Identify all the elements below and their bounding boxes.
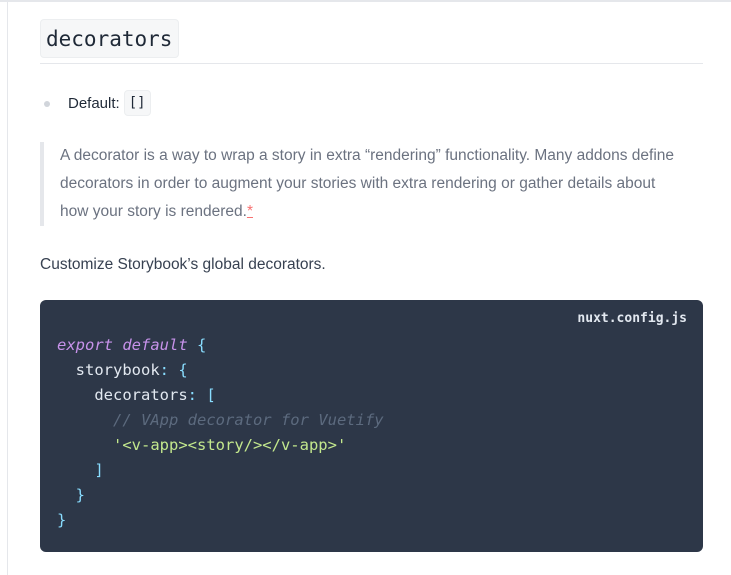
code-line: export default { (57, 333, 686, 358)
section-heading-code: decorators (40, 19, 180, 58)
code-punctuation: : { (159, 361, 188, 379)
code-punctuation: { (187, 336, 207, 354)
code-punctuation: : [ (187, 386, 216, 404)
bullet-dot-icon (44, 101, 50, 107)
default-option-item: Default: [] (40, 89, 703, 117)
code-line: } (57, 508, 686, 533)
sidebar-divider (7, 2, 8, 575)
code-line: ] (57, 458, 686, 483)
description-paragraph: Customize Storybook’s global decorators. (40, 256, 326, 273)
code-string: '<v-app><story/></v-app>' (113, 436, 347, 454)
code-filename: nuxt.config.js (577, 311, 687, 326)
blockquote-text: A decorator is a way to wrap a story in … (60, 147, 674, 220)
code-property: storybook (75, 361, 160, 379)
code-keyword: export default (57, 336, 188, 354)
code-comment: // VApp decorator for Vuetify (113, 411, 384, 429)
section-heading: decorators (40, 19, 703, 64)
docs-page: decorators Default: [] A decorator is a … (0, 0, 731, 575)
code-line: storybook: { (57, 358, 686, 383)
code-punctuation: } (75, 486, 86, 504)
default-label: Default: (68, 94, 120, 112)
code-line: } (57, 483, 686, 508)
code-line: decorators: [ (57, 383, 686, 408)
code-line: '<v-app><story/></v-app>' (57, 433, 686, 458)
code-property: decorators (94, 386, 188, 404)
code-punctuation: ] (94, 461, 104, 479)
decorator-blockquote: A decorator is a way to wrap a story in … (40, 142, 680, 226)
code-block: nuxt.config.js export default { storyboo… (40, 300, 703, 552)
footnote-link[interactable]: * (247, 203, 253, 220)
code-punctuation: } (57, 511, 67, 529)
code-line: // VApp decorator for Vuetify (57, 408, 686, 433)
default-value-code: [] (123, 90, 151, 116)
content-area: decorators Default: [] A decorator is a … (40, 19, 703, 552)
